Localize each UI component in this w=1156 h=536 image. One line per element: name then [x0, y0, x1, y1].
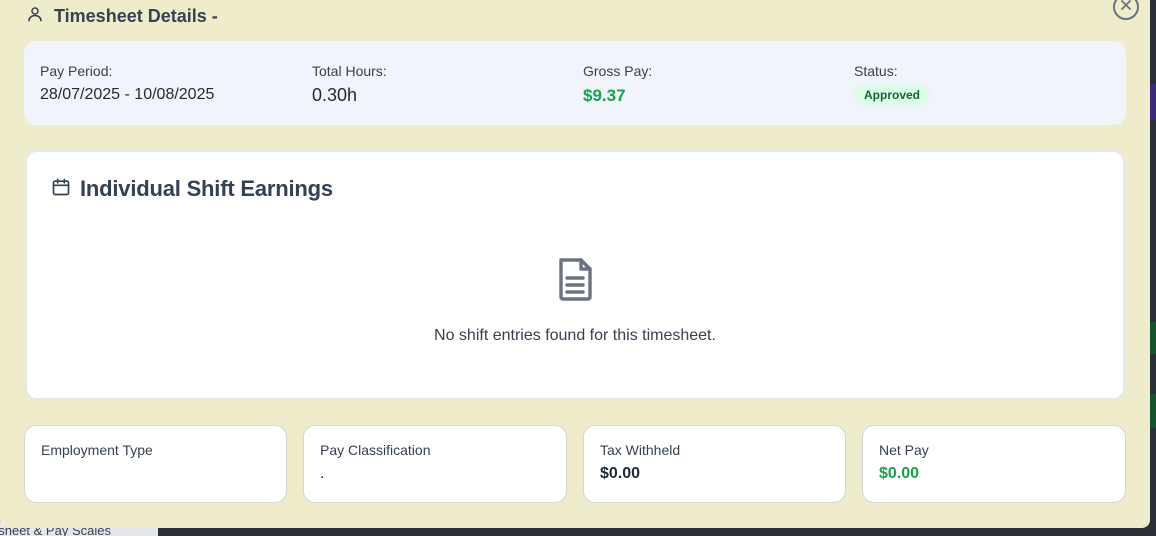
user-icon — [26, 5, 44, 28]
shift-earnings-title: Individual Shift Earnings — [80, 176, 333, 201]
net-pay-card: Net Pay $0.00 — [862, 425, 1126, 503]
modal-title: Timesheet Details - — [54, 5, 218, 26]
tax-withheld-card: Tax Withheld $0.00 — [583, 425, 846, 503]
employment-type-label: Employment Type — [41, 442, 153, 458]
close-icon — [1120, 0, 1132, 16]
tax-withheld-label: Tax Withheld — [600, 442, 681, 458]
net-pay-label: Net Pay — [879, 442, 929, 458]
pay-classification-value: . — [320, 465, 325, 482]
close-button[interactable] — [1113, 0, 1139, 20]
shift-earnings-header: Individual Shift Earnings — [51, 176, 333, 202]
gross-pay-label: Gross Pay: — [583, 63, 653, 79]
status: Status: Approved — [854, 63, 931, 106]
total-hours: Total Hours: 0.30h — [312, 63, 387, 106]
pay-period: Pay Period: 28/07/2025 - 10/08/2025 — [40, 63, 214, 104]
total-hours-value: 0.30h — [312, 85, 358, 105]
pay-classification-label: Pay Classification — [320, 442, 431, 458]
tax-withheld-value: $0.00 — [600, 465, 641, 482]
timesheet-summary: Pay Period: 28/07/2025 - 10/08/2025 Tota… — [24, 41, 1126, 125]
pay-period-label: Pay Period: — [40, 63, 113, 79]
empty-state: No shift entries found for this timeshee… — [27, 256, 1123, 345]
total-hours-label: Total Hours: — [312, 63, 387, 79]
employment-type-card: Employment Type — [24, 425, 287, 503]
status-label: Status: — [854, 63, 898, 79]
status-badge: Approved — [854, 84, 931, 106]
gross-pay-value: $9.37 — [583, 86, 626, 105]
shift-earnings-panel: Individual Shift Earnings No shift entri… — [25, 150, 1125, 400]
pay-classification-card: Pay Classification . — [303, 425, 567, 503]
modal-header: Timesheet Details - — [26, 4, 218, 28]
gross-pay: Gross Pay: $9.37 — [583, 63, 652, 106]
pay-period-value: 28/07/2025 - 10/08/2025 — [40, 86, 215, 103]
document-icon — [555, 256, 595, 307]
timesheet-details-modal: Timesheet Details - Pay Period: 28/07/20… — [0, 0, 1150, 528]
net-pay-value: $0.00 — [879, 465, 920, 482]
empty-state-message: No shift entries found for this timeshee… — [434, 327, 716, 344]
calendar-icon — [51, 177, 71, 202]
